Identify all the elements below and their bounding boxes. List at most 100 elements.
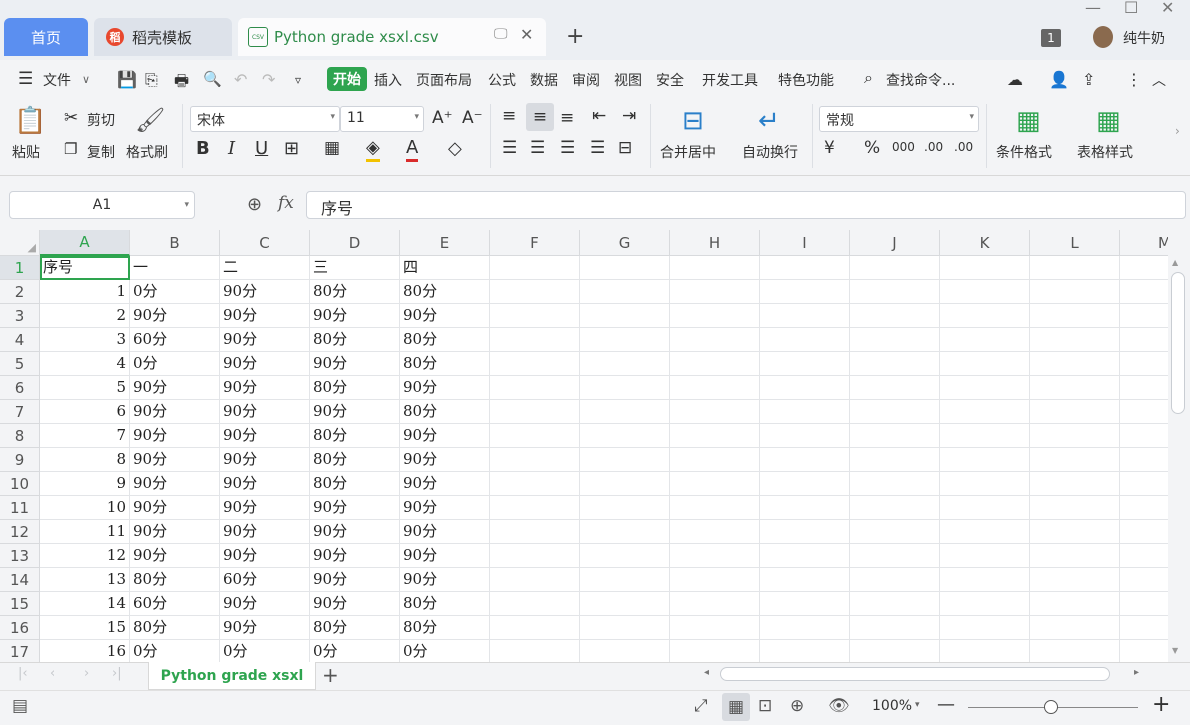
cell[interactable]: 0分 [130, 640, 220, 662]
prev-sheet-icon[interactable]: ‹ [50, 666, 55, 681]
font-size-select[interactable]: 11 ▾ [340, 106, 424, 132]
cut-button[interactable]: 剪切 [87, 110, 115, 130]
export-icon[interactable]: ⎘ [145, 70, 158, 90]
more-icon[interactable]: ⋮ [1126, 70, 1142, 89]
cell[interactable] [760, 472, 850, 496]
print-preview-icon[interactable]: 🔍 [203, 70, 222, 88]
cell[interactable] [580, 352, 670, 376]
scissors-icon[interactable]: ✂ [64, 108, 78, 128]
cell[interactable] [490, 424, 580, 448]
cell[interactable] [1120, 520, 1168, 544]
first-sheet-icon[interactable]: |‹ [18, 666, 28, 681]
scroll-down-icon[interactable]: ▼ [1172, 646, 1178, 655]
cell[interactable]: 80分 [400, 328, 490, 352]
cell[interactable] [490, 472, 580, 496]
cell[interactable]: 90分 [130, 400, 220, 424]
border-icon[interactable]: ⊞ [284, 138, 299, 159]
menu-item-devtools[interactable]: 开发工具 [702, 70, 758, 90]
cell[interactable] [670, 280, 760, 304]
chevron-down-icon[interactable]: ▾ [915, 700, 920, 710]
cell[interactable] [580, 568, 670, 592]
cell[interactable] [760, 496, 850, 520]
cell[interactable]: 90分 [310, 520, 400, 544]
cell[interactable] [1030, 328, 1120, 352]
cell[interactable]: 16 [40, 640, 130, 662]
column-header[interactable]: G [580, 230, 670, 256]
cell[interactable] [580, 544, 670, 568]
cell[interactable]: 90分 [220, 592, 310, 616]
new-tab-button[interactable]: + [566, 24, 584, 49]
cell[interactable]: 90分 [220, 496, 310, 520]
cell[interactable] [580, 520, 670, 544]
table-style-button[interactable]: 表格样式 [1077, 142, 1133, 162]
copy-button[interactable]: 复制 [87, 142, 115, 162]
cell[interactable]: 90分 [400, 376, 490, 400]
add-sheet-button[interactable]: + [322, 663, 339, 687]
hamburger-menu-icon[interactable]: ☰ [18, 69, 33, 89]
cell[interactable] [670, 592, 760, 616]
sheet-status-icon[interactable]: ▤ [12, 696, 28, 716]
cell[interactable] [850, 544, 940, 568]
cell[interactable]: 90分 [310, 544, 400, 568]
cell[interactable] [1030, 280, 1120, 304]
page-layout-icon[interactable]: ⊕ [790, 696, 804, 716]
cell[interactable]: 0分 [310, 640, 400, 662]
cell[interactable]: 80分 [400, 616, 490, 640]
cell[interactable]: 80分 [130, 568, 220, 592]
avatar[interactable] [1093, 26, 1113, 48]
cell[interactable]: 90分 [220, 376, 310, 400]
last-sheet-icon[interactable]: ›| [112, 666, 122, 681]
cell[interactable] [490, 352, 580, 376]
cell[interactable] [760, 280, 850, 304]
italic-button[interactable]: I [228, 138, 235, 159]
cell[interactable]: 1 [40, 280, 130, 304]
cell[interactable] [1120, 376, 1168, 400]
cell[interactable] [850, 352, 940, 376]
cell[interactable] [1120, 400, 1168, 424]
number-format-select[interactable]: 常规 ▾ [819, 106, 979, 132]
table-style-icon[interactable]: ▦ [1096, 106, 1121, 136]
cell[interactable] [760, 520, 850, 544]
cell[interactable] [760, 616, 850, 640]
format-painter-button[interactable]: 格式刷 [126, 142, 168, 162]
cell[interactable]: 90分 [220, 520, 310, 544]
cell[interactable] [580, 280, 670, 304]
cell[interactable]: 80分 [310, 472, 400, 496]
cell[interactable] [670, 520, 760, 544]
cell[interactable] [490, 544, 580, 568]
column-header[interactable]: J [850, 230, 940, 256]
cell[interactable] [1030, 592, 1120, 616]
cell[interactable]: 80分 [400, 280, 490, 304]
cell[interactable] [670, 640, 760, 662]
cell[interactable] [940, 520, 1030, 544]
vertical-scroll-thumb[interactable] [1171, 272, 1185, 414]
cell[interactable] [1030, 496, 1120, 520]
cell[interactable]: 2 [40, 304, 130, 328]
cell[interactable]: 9 [40, 472, 130, 496]
cell[interactable]: 90分 [130, 424, 220, 448]
cell[interactable] [490, 448, 580, 472]
cell[interactable] [1030, 520, 1120, 544]
cell[interactable] [940, 568, 1030, 592]
cell[interactable]: 80分 [400, 592, 490, 616]
cell[interactable]: 90分 [310, 496, 400, 520]
cell[interactable]: 90分 [310, 400, 400, 424]
indent-decrease-icon[interactable]: ⇤ [592, 106, 606, 126]
cell[interactable] [1120, 544, 1168, 568]
tab-template[interactable]: 稻 稻壳模板 [94, 18, 232, 56]
cell[interactable]: 一 [130, 256, 220, 280]
tab-home[interactable]: 首页 [4, 18, 88, 56]
row-header[interactable]: 10 [0, 472, 40, 496]
cell[interactable]: 60分 [130, 328, 220, 352]
cell[interactable] [940, 496, 1030, 520]
cell[interactable]: 90分 [130, 544, 220, 568]
cell[interactable] [670, 400, 760, 424]
horizontal-scroll-thumb[interactable] [720, 667, 1110, 681]
cell[interactable] [1120, 496, 1168, 520]
cell[interactable]: 90分 [220, 544, 310, 568]
cell[interactable]: 90分 [400, 544, 490, 568]
cell[interactable]: 90分 [400, 448, 490, 472]
tab-file[interactable]: CSV Python grade xsxl.csv 🖵 ✕ [238, 18, 546, 56]
menu-item-insert[interactable]: 插入 [374, 70, 402, 90]
cell[interactable] [490, 280, 580, 304]
